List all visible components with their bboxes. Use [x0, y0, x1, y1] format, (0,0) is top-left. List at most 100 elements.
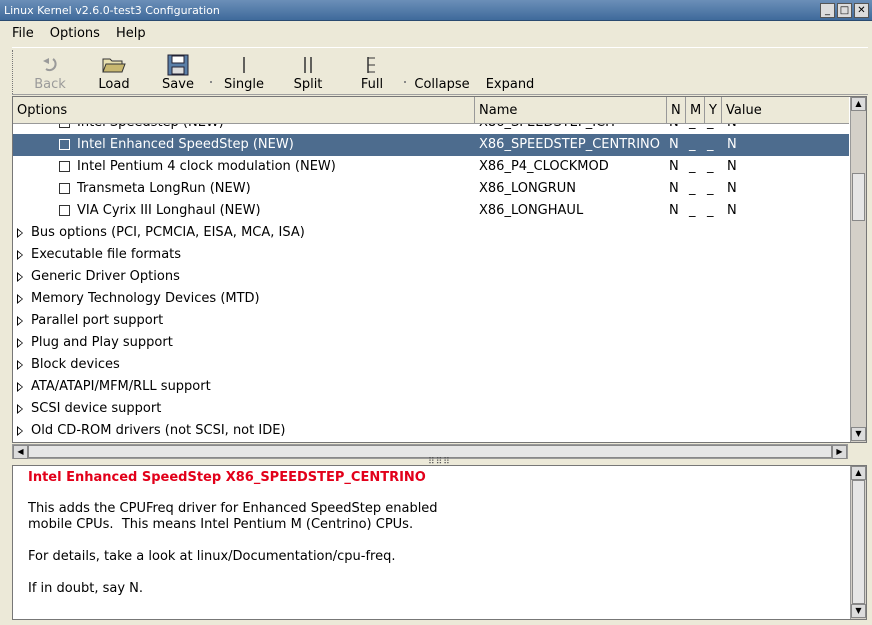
column-value[interactable]: Value — [722, 97, 849, 124]
scroll-up-icon[interactable]: ▲ — [851, 466, 866, 480]
value-n[interactable]: N — [669, 134, 679, 156]
tree-group-row[interactable]: Memory Technology Devices (MTD) — [13, 288, 849, 310]
value-m[interactable]: _ — [689, 124, 696, 134]
value-n[interactable]: N — [669, 178, 679, 200]
table-row[interactable]: VIA Cyrix III Longhaul (NEW) X86_LONGHAU… — [13, 200, 849, 222]
column-n[interactable]: N — [667, 97, 686, 124]
split-button[interactable]: Split — [276, 48, 340, 94]
full-label: Full — [360, 77, 384, 92]
value-n[interactable]: N — [669, 156, 679, 178]
options-tree[interactable]: Options Name N M Y Value Intel Speedstep… — [12, 96, 867, 443]
title-bar: Linux Kernel v2.6.0-test3 Configuration … — [0, 0, 872, 21]
menu-options[interactable]: Options — [42, 26, 108, 41]
checkbox[interactable] — [59, 124, 70, 128]
scroll-right-icon[interactable]: ▶ — [832, 445, 847, 459]
option-label: Transmeta LongRun (NEW) — [77, 181, 251, 196]
folder-open-icon — [102, 53, 126, 77]
tree-group-row[interactable]: Executable file formats — [13, 244, 849, 266]
help-text: mobile CPUs. This means Intel Pentium M … — [28, 517, 414, 532]
tree-group-row[interactable]: Generic Driver Options — [13, 266, 849, 288]
tree-group-row[interactable]: Parallel port support — [13, 310, 849, 332]
value-m[interactable]: _ — [689, 134, 696, 156]
value-y[interactable]: _ — [707, 124, 714, 134]
table-row-selected[interactable]: Intel Enhanced SpeedStep (NEW) X86_SPEED… — [13, 134, 849, 156]
floppy-disk-icon — [167, 53, 189, 77]
single-button[interactable]: Single — [212, 48, 276, 94]
column-options[interactable]: Options — [13, 97, 475, 124]
expander-triangle-icon[interactable] — [17, 250, 23, 260]
checkbox[interactable] — [59, 161, 70, 172]
scroll-left-icon[interactable]: ◀ — [13, 445, 28, 459]
expander-triangle-icon[interactable] — [17, 360, 23, 370]
tree-group-row[interactable]: Old CD-ROM drivers (not SCSI, not IDE) — [13, 420, 849, 442]
expander-triangle-icon[interactable] — [17, 294, 23, 304]
collapse-label: Collapse — [414, 77, 470, 92]
table-row[interactable]: Intel Speedstep (NEW) X86_SPEEDSTEP_ICH … — [13, 124, 849, 134]
expander-triangle-icon[interactable] — [17, 272, 23, 282]
tree-group-row[interactable]: Bus options (PCI, PCMCIA, EISA, MCA, ISA… — [13, 222, 849, 244]
scroll-up-icon[interactable]: ▲ — [851, 97, 866, 111]
collapse-button[interactable]: Collapse — [406, 48, 478, 94]
option-label: Intel Enhanced SpeedStep (NEW) — [77, 137, 294, 152]
menu-bar: File Options Help — [4, 21, 868, 45]
tree-vertical-scrollbar[interactable]: ▲ ▼ — [850, 97, 866, 442]
value-n[interactable]: N — [669, 124, 679, 134]
column-m[interactable]: M — [686, 97, 705, 124]
minimize-button[interactable]: _ — [820, 2, 835, 18]
value-n[interactable]: N — [669, 200, 679, 222]
value-m[interactable]: _ — [689, 200, 696, 222]
maximize-button[interactable]: □ — [837, 2, 852, 18]
expander-triangle-icon[interactable] — [17, 338, 23, 348]
back-label: Back — [34, 77, 66, 92]
save-button[interactable]: Save — [146, 48, 210, 94]
table-row[interactable]: Intel Pentium 4 clock modulation (NEW) X… — [13, 156, 849, 178]
scroll-thumb[interactable] — [852, 173, 865, 221]
tree-group-row[interactable]: ATA/ATAPI/MFM/RLL support — [13, 376, 849, 398]
value-y[interactable]: _ — [707, 178, 714, 200]
help-panel: Intel Enhanced SpeedStep X86_SPEEDSTEP_C… — [12, 465, 867, 620]
option-label: Intel Pentium 4 clock modulation (NEW) — [77, 159, 336, 174]
close-button[interactable]: ✕ — [854, 2, 869, 18]
scroll-down-icon[interactable]: ▼ — [851, 427, 866, 441]
column-y[interactable]: Y — [705, 97, 722, 124]
value-y[interactable]: _ — [707, 156, 714, 178]
help-text: For details, take a look at linux/Docume… — [28, 549, 396, 564]
tree-rows: Intel Speedstep (NEW) X86_SPEEDSTEP_ICH … — [13, 124, 849, 442]
group-label: SCSI device support — [31, 401, 162, 416]
help-vertical-scrollbar[interactable]: ▲ ▼ — [850, 466, 866, 619]
help-title: Intel Enhanced SpeedStep X86_SPEEDSTEP_C… — [28, 470, 426, 485]
single-view-icon — [239, 53, 249, 77]
group-label: Executable file formats — [31, 247, 182, 262]
scroll-down-icon[interactable]: ▼ — [851, 604, 866, 618]
full-button[interactable]: Full — [340, 48, 404, 94]
menu-help[interactable]: Help — [108, 26, 154, 41]
tree-group-row[interactable]: Plug and Play support — [13, 332, 849, 354]
expander-triangle-icon[interactable] — [17, 228, 23, 238]
checkbox[interactable] — [59, 139, 70, 150]
tree-header: Options Name N M Y Value — [13, 97, 849, 124]
expander-triangle-icon[interactable] — [17, 316, 23, 326]
column-name[interactable]: Name — [475, 97, 667, 124]
group-label: Memory Technology Devices (MTD) — [31, 291, 260, 306]
checkbox[interactable] — [59, 183, 70, 194]
option-symbol: X86_SPEEDSTEP_CENTRINO — [479, 137, 661, 152]
tree-group-row[interactable]: SCSI device support — [13, 398, 849, 420]
back-button[interactable]: Back — [18, 48, 82, 94]
load-label: Load — [98, 77, 130, 92]
load-button[interactable]: Load — [82, 48, 146, 94]
value-y[interactable]: _ — [707, 134, 714, 156]
value-m[interactable]: _ — [689, 178, 696, 200]
expand-button[interactable]: Expand — [478, 48, 542, 94]
expander-triangle-icon[interactable] — [17, 426, 23, 436]
menu-file[interactable]: File — [4, 26, 42, 41]
table-row[interactable]: Transmeta LongRun (NEW) X86_LONGRUN N _ … — [13, 178, 849, 200]
scroll-thumb[interactable] — [852, 480, 865, 604]
help-text: This adds the CPUFreq driver for Enhance… — [28, 501, 438, 516]
expander-triangle-icon[interactable] — [17, 404, 23, 414]
value-m[interactable]: _ — [689, 156, 696, 178]
window-title: Linux Kernel v2.6.0-test3 Configuration — [4, 3, 220, 17]
tree-group-row[interactable]: Block devices — [13, 354, 849, 376]
expander-triangle-icon[interactable] — [17, 382, 23, 392]
checkbox[interactable] — [59, 205, 70, 216]
value-y[interactable]: _ — [707, 200, 714, 222]
